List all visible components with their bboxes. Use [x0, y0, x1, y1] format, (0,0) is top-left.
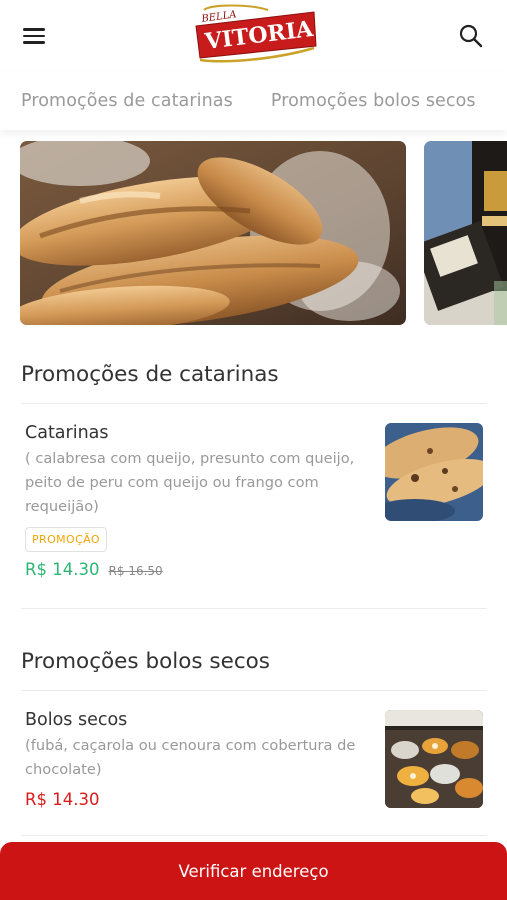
product-thumbnail: [385, 423, 483, 521]
product-old-price: R$ 16.50: [108, 564, 163, 578]
product-card-catarinas[interactable]: Catarinas ( calabresa com queijo, presun…: [21, 423, 487, 579]
bella-vitoria-logo[interactable]: BELLA VITORIA: [190, 2, 320, 66]
section-divider: [21, 403, 487, 404]
banner-bread[interactable]: [20, 141, 406, 325]
section-divider: [21, 690, 487, 691]
catarinas-photo: [385, 423, 483, 521]
product-description: ( calabresa com queijo, presunto com que…: [25, 450, 355, 515]
tab-promocoes-bolos-secos[interactable]: Promoções bolos secos: [251, 91, 494, 111]
banner-carousel[interactable]: [20, 141, 507, 325]
section-title-catarinas: Promoções de catarinas: [21, 362, 279, 387]
product-price: R$ 14.30: [25, 790, 100, 809]
product-thumbnail: [385, 710, 483, 808]
section-divider: [21, 835, 487, 836]
bolos-secos-photo: [385, 710, 483, 808]
category-tabs: Promoções de catarinas Promoções bolos s…: [0, 72, 507, 130]
section-divider: [21, 608, 487, 609]
promo-badge: PROMOÇÃO: [25, 527, 107, 552]
product-description: (fubá, caçarola ou cenoura com cobertura…: [25, 737, 356, 778]
wine-bottles-photo: [424, 141, 507, 325]
section-title-bolos-secos: Promoções bolos secos: [21, 649, 271, 674]
banner-wine[interactable]: [424, 141, 507, 325]
hamburger-menu-icon[interactable]: [22, 24, 48, 48]
verify-address-button[interactable]: Verificar endereço: [0, 842, 507, 900]
search-icon[interactable]: [457, 22, 485, 50]
price-row: R$ 14.30 R$ 16.50: [25, 560, 487, 579]
product-price: R$ 14.30: [25, 560, 100, 579]
tab-promocoes-catarinas[interactable]: Promoções de catarinas: [0, 91, 251, 111]
app-header: BELLA VITORIA: [0, 0, 507, 72]
product-card-bolos-secos[interactable]: Bolos secos (fubá, caçarola ou cenoura c…: [21, 710, 487, 809]
bread-loaves-photo: [20, 141, 406, 325]
